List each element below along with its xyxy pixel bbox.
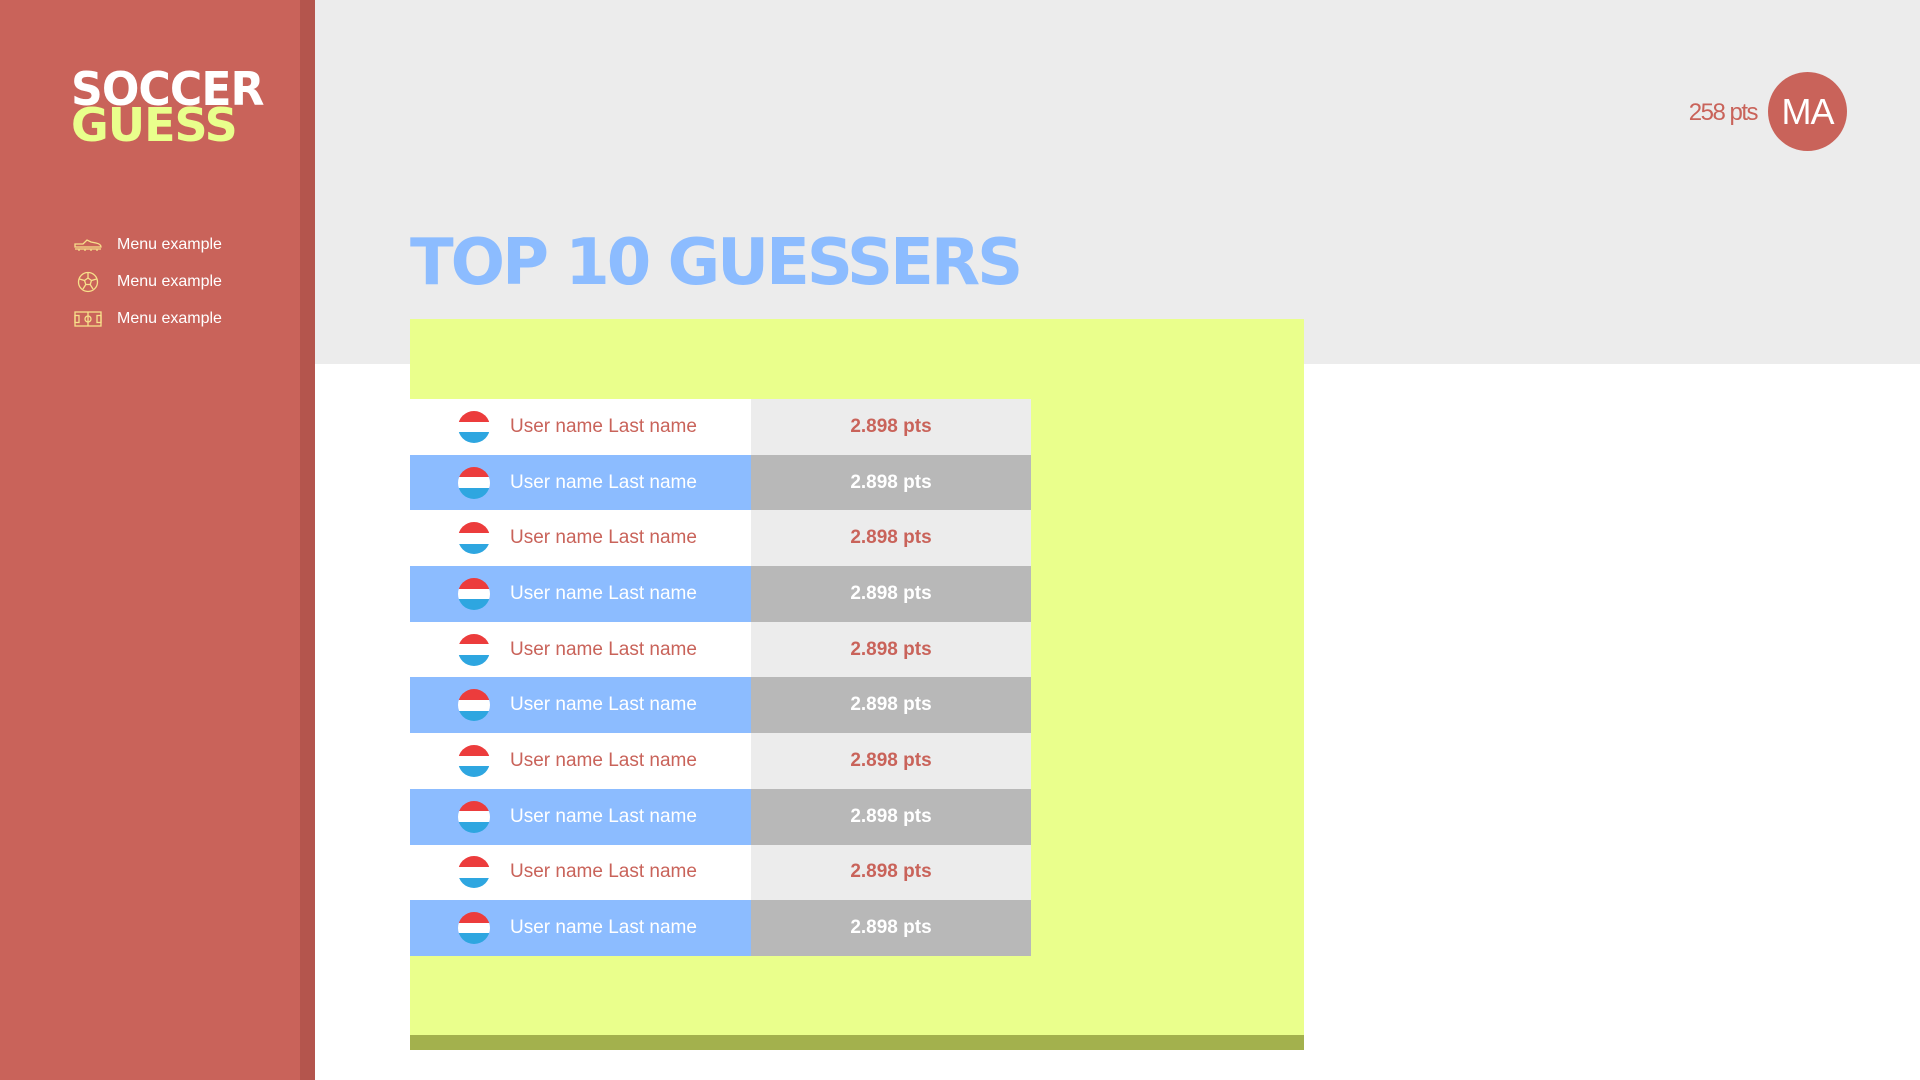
table-row[interactable]: User name Last name 2.898 pts — [410, 621, 1031, 678]
luxembourg-flag-icon — [458, 633, 490, 666]
table-row[interactable]: User name Last name 2.898 pts — [410, 677, 1031, 734]
name-cell: User name Last name — [410, 566, 751, 622]
name-cell: User name Last name — [410, 844, 751, 901]
name-cell: User name Last name — [410, 733, 751, 789]
user-points-cell: 2.898 pts — [751, 454, 1031, 511]
soccer-field-icon — [74, 309, 102, 329]
soccer-ball-icon — [74, 271, 102, 292]
sidebar-item-2[interactable]: Menu example — [74, 263, 222, 300]
user-points: 258 pts — [1688, 99, 1759, 126]
user-points-cell: 2.898 pts — [751, 621, 1031, 678]
header-band — [315, 0, 1920, 364]
leaderboard-table: User name Last name 2.898 pts User name … — [410, 399, 1031, 956]
table-row[interactable]: User name Last name 2.898 pts — [410, 566, 1031, 622]
luxembourg-flag-icon — [458, 800, 490, 833]
luxembourg-flag-icon — [458, 744, 490, 777]
name-cell: User name Last name — [410, 621, 751, 678]
sidebar-edge — [300, 0, 315, 1080]
user-points-cell: 2.898 pts — [751, 733, 1031, 789]
user-points-cell: 2.898 pts — [751, 399, 1031, 455]
name-cell: User name Last name — [410, 900, 751, 956]
user-name: User name Last name — [510, 471, 697, 493]
app-logo[interactable]: SOCCER GUESS — [71, 66, 265, 152]
luxembourg-flag-icon — [458, 522, 490, 555]
table-row[interactable]: User name Last name 2.898 pts — [410, 788, 1031, 845]
user-name: User name Last name — [510, 917, 697, 939]
sidebar: SOCCER GUESS Menu example Menu example M… — [0, 0, 315, 1080]
avatar[interactable]: MA — [1768, 72, 1847, 151]
luxembourg-flag-icon — [458, 410, 490, 443]
page-title: TOP 10 GUESSERS — [410, 226, 1023, 300]
sidebar-item-label: Menu example — [117, 309, 222, 327]
cleat-icon — [74, 235, 102, 255]
user-name: User name Last name — [510, 805, 697, 827]
name-cell: User name Last name — [410, 510, 751, 567]
sidebar-menu: Menu example Menu example Menu example — [74, 226, 222, 337]
table-row[interactable]: User name Last name 2.898 pts — [410, 844, 1031, 901]
sidebar-item-3[interactable]: Menu example — [74, 300, 222, 337]
user-points-cell: 2.898 pts — [751, 788, 1031, 845]
name-cell: User name Last name — [410, 788, 751, 845]
user-name: User name Last name — [510, 415, 697, 437]
sidebar-item-label: Menu example — [117, 272, 222, 290]
luxembourg-flag-icon — [458, 689, 490, 722]
luxembourg-flag-icon — [458, 577, 490, 610]
user-name: User name Last name — [510, 582, 697, 604]
user-points-cell: 2.898 pts — [751, 900, 1031, 956]
luxembourg-flag-icon — [458, 856, 490, 889]
user-name: User name Last name — [510, 861, 697, 883]
luxembourg-flag-icon — [458, 912, 490, 945]
name-cell: User name Last name — [410, 454, 751, 511]
user-points-cell: 2.898 pts — [751, 510, 1031, 567]
table-row[interactable]: User name Last name 2.898 pts — [410, 510, 1031, 567]
luxembourg-flag-icon — [458, 466, 490, 499]
table-row[interactable]: User name Last name 2.898 pts — [410, 900, 1031, 956]
user-points-cell: 2.898 pts — [751, 677, 1031, 734]
name-cell: User name Last name — [410, 677, 751, 734]
table-row[interactable]: User name Last name 2.898 pts — [410, 733, 1031, 789]
logo-line-2: GUESS — [71, 98, 238, 152]
user-name: User name Last name — [510, 527, 697, 549]
table-row[interactable]: User name Last name 2.898 pts — [410, 454, 1031, 511]
user-points-cell: 2.898 pts — [751, 566, 1031, 622]
sidebar-item-1[interactable]: Menu example — [74, 226, 222, 263]
sidebar-item-label: Menu example — [117, 235, 222, 253]
panel-bottom-bar — [410, 1035, 1304, 1050]
user-name: User name Last name — [510, 638, 697, 660]
table-row[interactable]: User name Last name 2.898 pts — [410, 399, 1031, 455]
user-points-cell: 2.898 pts — [751, 844, 1031, 901]
user-name: User name Last name — [510, 749, 697, 771]
name-cell: User name Last name — [410, 399, 751, 455]
user-name: User name Last name — [510, 694, 697, 716]
